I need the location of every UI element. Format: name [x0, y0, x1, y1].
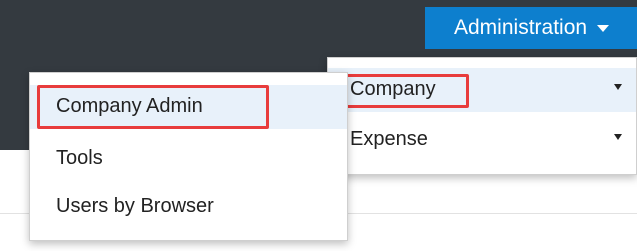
menu-item-company[interactable]: Company: [328, 68, 636, 112]
submenu-item-users-by-browser[interactable]: Users by Browser: [30, 185, 347, 229]
company-submenu: Company Admin Tools Users by Browser: [29, 72, 348, 241]
triangle-down-icon: [614, 134, 622, 140]
triangle-down-icon: [614, 84, 622, 90]
administration-menu-button[interactable]: Administration: [425, 7, 637, 49]
submenu-item-users-by-browser-label: Users by Browser: [56, 195, 214, 217]
company-highlight-box: [343, 74, 469, 108]
menu-item-expense-label: Expense: [350, 128, 428, 150]
submenu-item-company-admin[interactable]: Company Admin: [30, 85, 347, 129]
submenu-item-tools[interactable]: Tools: [30, 137, 347, 181]
administration-menu-label: Administration: [454, 16, 588, 39]
administration-dropdown-menu: Company Expense: [327, 57, 637, 175]
company-admin-highlight-box: [37, 85, 269, 129]
caret-down-icon: [597, 24, 610, 32]
submenu-item-tools-label: Tools: [56, 147, 103, 169]
menu-item-expense[interactable]: Expense: [328, 118, 636, 162]
